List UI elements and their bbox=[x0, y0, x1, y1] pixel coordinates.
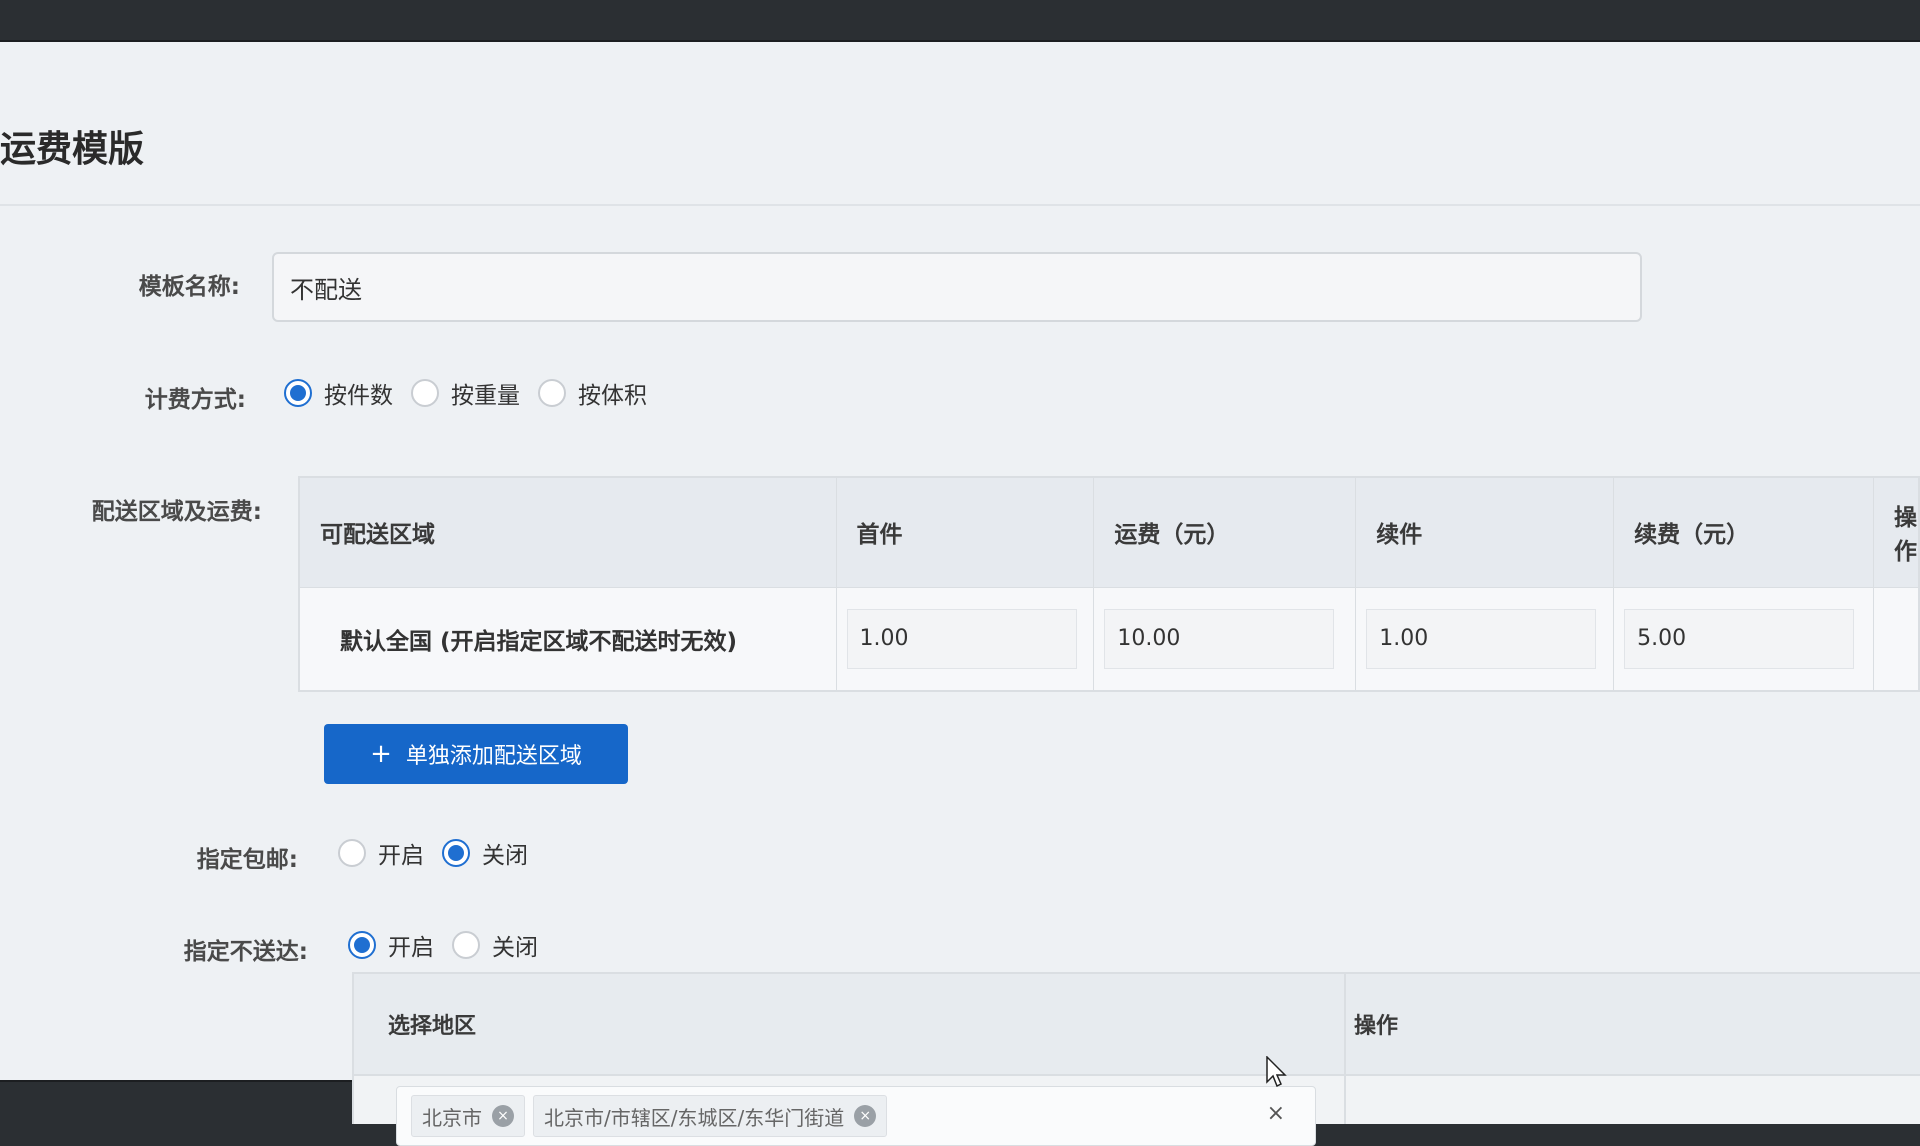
clear-selection-icon[interactable]: × bbox=[1267, 1101, 1285, 1126]
billing-option-label: 按重量 bbox=[451, 383, 520, 409]
billing-method-label: 计费方式: bbox=[144, 387, 246, 413]
billing-option-by-weight[interactable]: 按重量 bbox=[411, 376, 520, 410]
radio-checked-icon[interactable] bbox=[348, 931, 376, 959]
add-delivery-area-button[interactable]: + 单独添加配送区域 bbox=[324, 724, 628, 784]
column-header-next-fee: 续费（元） bbox=[1613, 476, 1874, 588]
remove-tag-icon[interactable]: × bbox=[492, 1105, 514, 1127]
no-delivery-option-label: 关闭 bbox=[492, 935, 538, 961]
template-name-input[interactable] bbox=[272, 252, 1642, 322]
radio-unchecked-icon[interactable] bbox=[452, 931, 480, 959]
billing-option-by-volume[interactable]: 按体积 bbox=[538, 376, 647, 410]
next-item-cell bbox=[1355, 586, 1615, 692]
page-title: 运费模版 bbox=[0, 129, 145, 170]
delivery-area-label: 配送区域及运费: bbox=[91, 499, 262, 525]
free-shipping-label: 指定包邮: bbox=[196, 847, 298, 873]
first-item-cell bbox=[835, 586, 1095, 692]
remove-tag-icon[interactable]: × bbox=[854, 1105, 877, 1127]
column-header-region: 选择地区 bbox=[388, 1014, 477, 1039]
next-fee-cell bbox=[1613, 586, 1874, 692]
no-delivery-label: 指定不送达: bbox=[183, 939, 308, 965]
no-delivery-group: 开启 关闭 bbox=[348, 928, 556, 962]
no-delivery-off-option[interactable]: 关闭 bbox=[452, 928, 538, 962]
next-item-input[interactable] bbox=[1366, 608, 1597, 669]
radio-unchecked-icon[interactable] bbox=[338, 839, 366, 867]
column-header-action: 操作 bbox=[1872, 476, 1920, 588]
radio-checked-icon[interactable] bbox=[284, 379, 312, 407]
default-area-cell: 默认全国 (开启指定区域不配送时无效) bbox=[298, 586, 837, 692]
radio-unchecked-icon[interactable] bbox=[411, 379, 439, 407]
no-delivery-option-label: 开启 bbox=[388, 935, 434, 961]
no-delivery-region-table: 选择地区 操作 北京市 × 北京市/市辖区/东城区/东华门街道 × × bbox=[352, 972, 1920, 1146]
billing-option-label: 按体积 bbox=[578, 383, 647, 409]
column-divider bbox=[1344, 974, 1346, 1124]
column-header-next: 续件 bbox=[1355, 476, 1615, 588]
table-header-row: 可配送区域 首件 运费（元） 续件 续费（元） 操作 bbox=[298, 476, 1920, 588]
column-header-fee: 运费（元） bbox=[1093, 476, 1357, 588]
next-fee-input[interactable] bbox=[1624, 608, 1855, 669]
app-window: 运费模版 模板名称: 计费方式: 按件数 按重量 按体积 配送区域及运费: 可配… bbox=[0, 42, 1920, 1146]
mouse-cursor-icon bbox=[1266, 1056, 1287, 1088]
column-header-area: 可配送区域 bbox=[298, 476, 837, 588]
region-tag-label: 北京市 bbox=[422, 1105, 482, 1130]
fee-input[interactable] bbox=[1104, 608, 1335, 669]
title-divider bbox=[0, 204, 1920, 206]
radio-unchecked-icon[interactable] bbox=[538, 379, 566, 407]
billing-method-group: 按件数 按重量 按体积 bbox=[284, 376, 665, 410]
first-item-input[interactable] bbox=[846, 608, 1077, 669]
table-row: 默认全国 (开启指定区域不配送时无效) bbox=[298, 586, 1920, 692]
region-tag-label: 北京市/市辖区/东城区/东华门街道 bbox=[544, 1105, 845, 1130]
region-table-header: 选择地区 操作 bbox=[354, 974, 1920, 1076]
fee-cell bbox=[1093, 586, 1357, 692]
billing-option-by-count[interactable]: 按件数 bbox=[284, 376, 393, 410]
region-select-input[interactable]: 北京市 × 北京市/市辖区/东城区/东华门街道 × × bbox=[396, 1086, 1316, 1146]
plus-icon: + bbox=[370, 739, 392, 769]
template-name-label: 模板名称: bbox=[138, 274, 240, 300]
region-tag: 北京市/市辖区/东城区/东华门街道 × bbox=[533, 1095, 888, 1137]
free-shipping-group: 开启 关闭 bbox=[338, 836, 546, 870]
billing-option-label: 按件数 bbox=[324, 383, 393, 409]
column-header-first: 首件 bbox=[835, 476, 1095, 588]
delivery-fee-table: 可配送区域 首件 运费（元） 续件 续费（元） 操作 默认全国 (开启指定区域不… bbox=[298, 476, 1920, 692]
region-tag: 北京市 × bbox=[411, 1095, 525, 1137]
free-shipping-on-option[interactable]: 开启 bbox=[338, 836, 424, 870]
add-delivery-area-label: 单独添加配送区域 bbox=[405, 744, 582, 769]
no-delivery-on-option[interactable]: 开启 bbox=[348, 928, 434, 962]
column-header-action: 操作 bbox=[1354, 1014, 1399, 1039]
free-shipping-off-option[interactable]: 关闭 bbox=[442, 836, 528, 870]
free-shipping-option-label: 关闭 bbox=[482, 843, 528, 869]
radio-checked-icon[interactable] bbox=[442, 839, 470, 867]
action-cell bbox=[1872, 586, 1920, 692]
free-shipping-option-label: 开启 bbox=[378, 843, 424, 869]
